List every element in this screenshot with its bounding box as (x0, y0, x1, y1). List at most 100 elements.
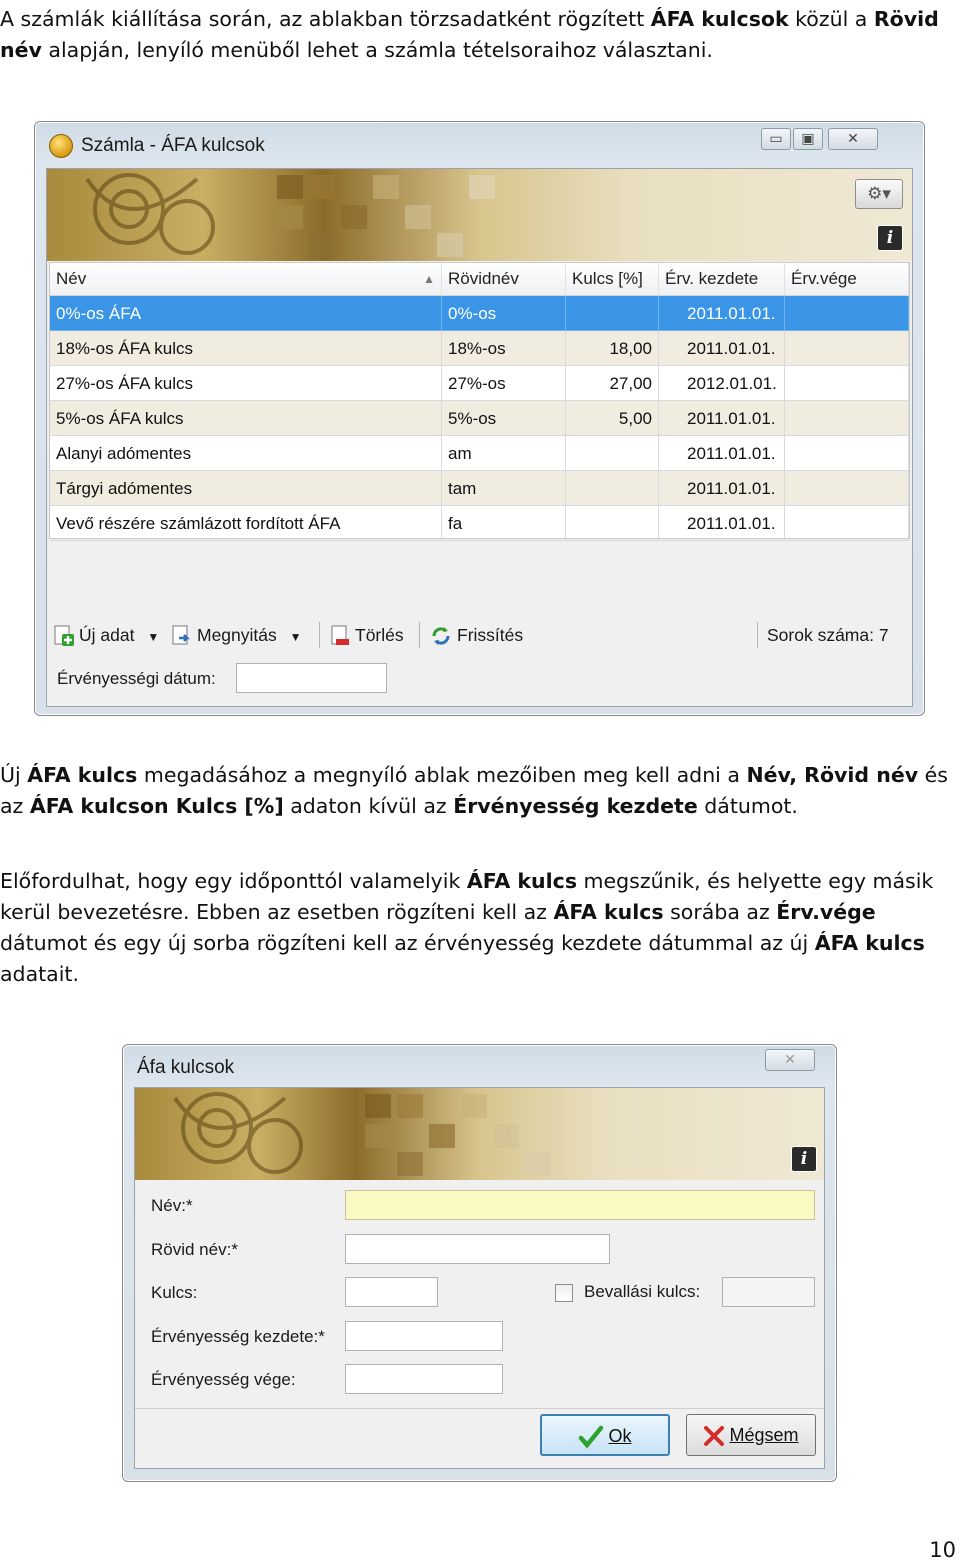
table-cell: tam (442, 471, 566, 506)
table-cell: 0%-os ÁFA (50, 296, 442, 331)
dialog-close-button[interactable]: ✕ (765, 1049, 815, 1071)
table-cell (785, 331, 909, 366)
column-header-nev[interactable]: Név ▲ (50, 263, 442, 295)
table-row[interactable]: 0%-os ÁFA 0%-os 2011.01.01. (50, 296, 909, 331)
table-cell: Tárgyi adómentes (50, 471, 442, 506)
column-header-erv-vege[interactable]: Érv.vége (785, 263, 909, 295)
row-count-label: Sorok száma: 7 (767, 625, 889, 645)
table-cell: Alanyi adómentes (50, 436, 442, 471)
new-rate-paragraph: Új ÁFA kulcs megadásához a megnyíló abla… (0, 763, 948, 818)
short-name-input[interactable] (345, 1234, 610, 1264)
close-button[interactable]: ✕ (828, 128, 878, 150)
afa-kulcsok-window: Számla - ÁFA kulcsok ▭ ▣ ✕ ⚙▾ i Név ▲ Rö… (34, 121, 925, 716)
table-cell: 2011.01.01. (659, 436, 785, 471)
app-logo-icon (49, 134, 73, 158)
tax-return-rate-input (722, 1277, 815, 1307)
maximize-button[interactable]: ▣ (793, 128, 823, 150)
validity-date-label: Érvényességi dátum: (57, 669, 216, 688)
table-cell: 27,00 (566, 366, 659, 401)
grid-toolbar: Új adat ▼ Megnyitás ▼ Törlés Frissítés S… (51, 618, 908, 652)
checkmark-icon (579, 1426, 604, 1449)
info-icon[interactable]: i (877, 225, 903, 251)
refresh-icon (432, 627, 450, 646)
valid-from-input[interactable] (345, 1321, 503, 1351)
toolbar-separator (757, 622, 758, 648)
validity-date-input[interactable] (236, 663, 387, 693)
button-bar-divider (135, 1408, 824, 1409)
table-cell: 18%-os ÁFA kulcs (50, 331, 442, 366)
table-cell: fa (442, 506, 566, 541)
table-cell: 2011.01.01. (659, 331, 785, 366)
delete-button[interactable]: Törlés (329, 618, 404, 652)
table-cell: 2011.01.01. (659, 296, 785, 331)
table-cell: 18,00 (566, 331, 659, 366)
column-header-kulcs[interactable]: Kulcs [%] (566, 263, 659, 295)
afa-kulcsok-table: Név ▲ Rövidnév Kulcs [%] Érv. kezdete Ér… (49, 262, 910, 541)
table-cell (566, 506, 659, 541)
toolbar-separator (319, 622, 320, 648)
short-name-label: Rövid név:* (151, 1240, 238, 1259)
table-cell: 27%-os (442, 366, 566, 401)
table-cell (566, 471, 659, 506)
column-header-erv-kezdete[interactable]: Érv. kezdete (659, 263, 785, 295)
table-cell: 2011.01.01. (659, 506, 785, 541)
minimize-button[interactable]: ▭ (761, 128, 791, 150)
rate-label: Kulcs: (151, 1283, 198, 1302)
table-cell: 5,00 (566, 401, 659, 436)
open-button[interactable]: Megnyitás ▼ (171, 618, 302, 652)
table-cell (785, 401, 909, 436)
table-row[interactable]: Vevő részére számlázott fordított ÁFA fa 2… (50, 506, 909, 541)
rate-input[interactable] (345, 1277, 438, 1307)
dialog-header-banner-image (135, 1088, 824, 1180)
valid-from-label: Érvényesség kezdete:* (151, 1327, 325, 1346)
table-header: Név ▲ Rövidnév Kulcs [%] Érv. kezdete Ér… (50, 263, 909, 296)
cancel-button[interactable]: Mégsem (686, 1414, 816, 1456)
window-title: Számla - ÁFA kulcsok (81, 135, 265, 156)
cross-icon (704, 1426, 725, 1447)
page-number: 10 (929, 1538, 956, 1562)
table-cell: 2011.01.01. (659, 401, 785, 436)
tax-return-rate-label: Bevallási kulcs: (584, 1282, 701, 1301)
rate-change-paragraph: Előfordulhat, hogy egy időponttól valame… (0, 869, 934, 986)
table-cell: 5%-os (442, 401, 566, 436)
table-cell: 0%-os (442, 296, 566, 331)
intro-paragraph: A számlák kiállítása során, az ablakban … (0, 7, 939, 62)
name-label: Név:* (151, 1196, 193, 1215)
settings-gear-button[interactable]: ⚙▾ (855, 179, 903, 209)
tax-return-rate-checkbox[interactable] (555, 1284, 573, 1302)
window-client-area: ⚙▾ i Név ▲ Rövidnév Kulcs [%] Érv. kezde… (46, 168, 913, 707)
open-document-icon (172, 625, 191, 645)
table-row[interactable]: 5%-os ÁFA kulcs 5%-os 5,00 2011.01.01. (50, 401, 909, 436)
table-cell (566, 436, 659, 471)
table-row[interactable]: Tárgyi adómentes tam 2011.01.01. (50, 471, 909, 506)
dialog-info-icon[interactable]: i (791, 1146, 817, 1172)
table-cell (785, 436, 909, 471)
table-cell (785, 366, 909, 401)
new-item-button[interactable]: Új adat ▼ (53, 618, 159, 652)
new-dropdown-arrow-icon[interactable]: ▼ (147, 630, 159, 644)
table-cell: 2011.01.01. (659, 471, 785, 506)
table-cell: am (442, 436, 566, 471)
table-cell: 2012.01.01. (659, 366, 785, 401)
toolbar-separator (419, 622, 420, 648)
table-cell (785, 506, 909, 541)
sort-ascending-icon: ▲ (423, 272, 435, 286)
name-input[interactable] (345, 1190, 815, 1220)
delete-document-icon (331, 625, 349, 646)
ok-button[interactable]: Ok (540, 1414, 670, 1456)
table-cell: 5%-os ÁFA kulcs (50, 401, 442, 436)
refresh-button[interactable]: Frissítés (429, 618, 523, 652)
header-banner-image (47, 169, 912, 261)
table-row[interactable]: 27%-os ÁFA kulcs 27%-os 27,00 2012.01.01. (50, 366, 909, 401)
new-document-icon (54, 625, 74, 647)
table-cell (566, 296, 659, 331)
table-row[interactable]: Alanyi adómentes am 2011.01.01. (50, 436, 909, 471)
open-dropdown-arrow-icon[interactable]: ▼ (290, 630, 302, 644)
dialog-title: Áfa kulcsok (137, 1057, 235, 1078)
table-cell (785, 296, 909, 331)
valid-to-input[interactable] (345, 1364, 503, 1394)
table-row[interactable]: 18%-os ÁFA kulcs 18%-os 18,00 2011.01.01. (50, 331, 909, 366)
valid-to-label: Érvényesség vége: (151, 1370, 296, 1389)
table-cell: 27%-os ÁFA kulcs (50, 366, 442, 401)
column-header-rovidnev[interactable]: Rövidnév (442, 263, 566, 295)
